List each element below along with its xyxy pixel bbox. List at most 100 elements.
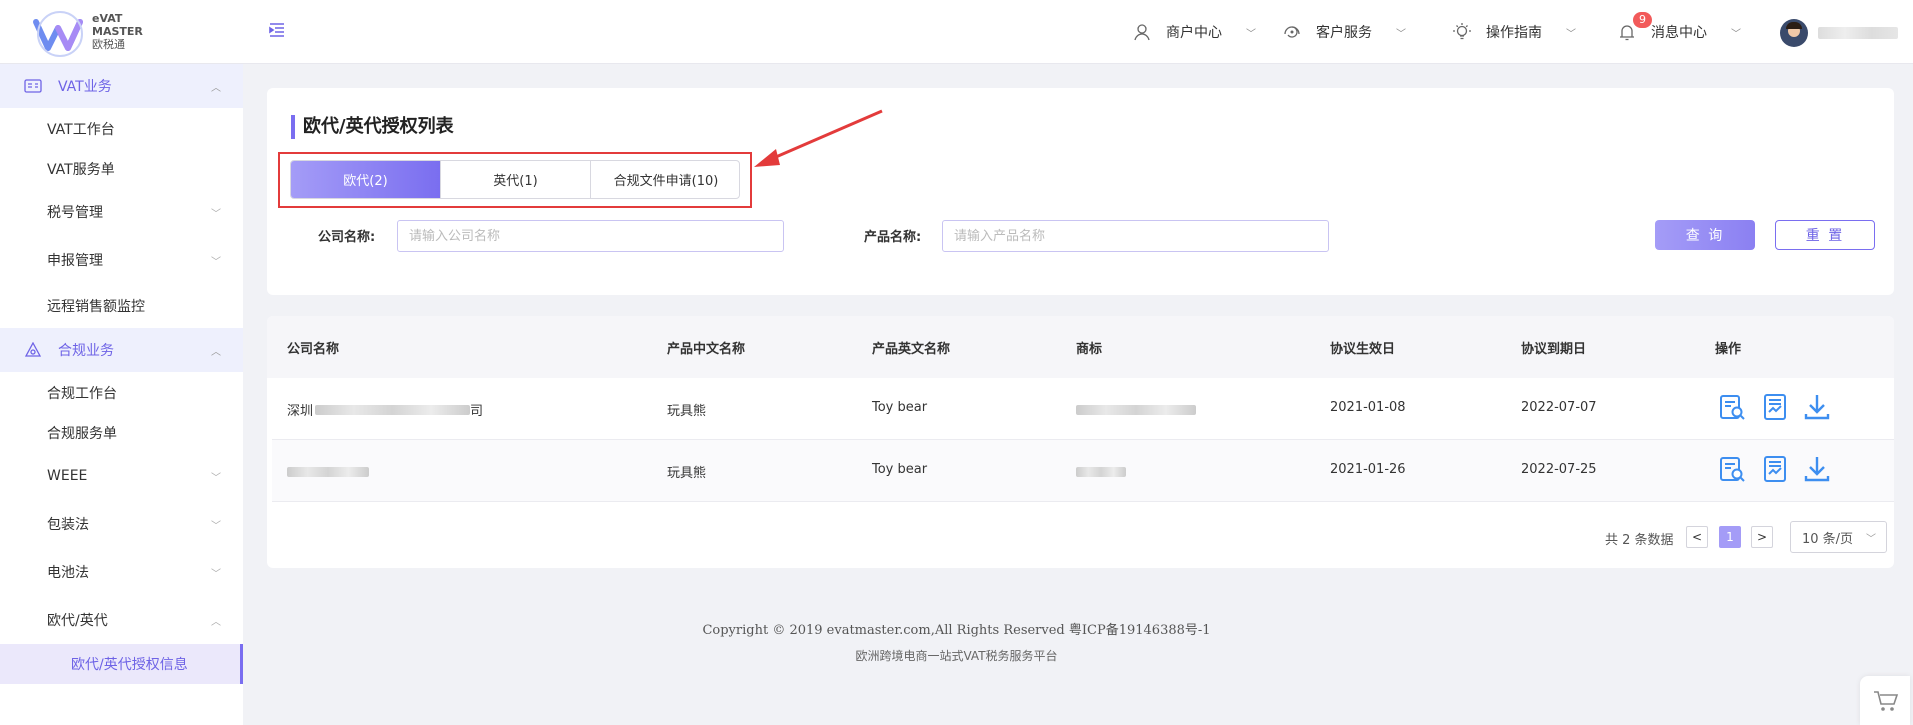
chevron-down-icon: ﹀ bbox=[1396, 28, 1406, 40]
sidebar-item-compliance-workbench[interactable]: 合规工作台 bbox=[0, 373, 243, 413]
query-button[interactable]: 查 询 bbox=[1655, 220, 1755, 250]
next-page-button[interactable]: > bbox=[1751, 526, 1773, 548]
sidebar-item-label: 合规工作台 bbox=[47, 386, 117, 402]
company-name-redacted bbox=[315, 405, 470, 415]
page-size-label: 10 条/页 bbox=[1802, 531, 1854, 547]
column-header: 商标 bbox=[1076, 342, 1103, 357]
chevron-down-icon: ﹀ bbox=[1866, 533, 1876, 545]
customer-service-menu[interactable]: 客户服务 ﹀ bbox=[1282, 18, 1406, 46]
document-icon[interactable] bbox=[1760, 454, 1790, 484]
top-bar: eVAT MASTER 欧税通 商户中心 ﹀ 客户服务 ﹀ 操作指南 ﹀ 消息中… bbox=[0, 0, 1913, 64]
reset-button[interactable]: 重 置 bbox=[1775, 220, 1875, 250]
trademark-redacted bbox=[1076, 405, 1196, 415]
operation-guide-menu[interactable]: 操作指南 ﹀ bbox=[1452, 18, 1576, 46]
sidebar-group-compliance[interactable]: 合规业务 ︿ bbox=[0, 328, 243, 372]
table-header: 公司名称 产品中文名称 产品英文名称 商标 协议生效日 协议到期日 操作 bbox=[267, 316, 1894, 378]
company-filter-label: 公司名称: bbox=[318, 230, 376, 245]
chevron-down-icon: ﹀ bbox=[1246, 28, 1256, 40]
company-name-prefix: 深圳 bbox=[287, 404, 314, 419]
sidebar-item-label: 申报管理 bbox=[47, 253, 103, 269]
sidebar-item-compliance-orders[interactable]: 合规服务单 bbox=[0, 413, 243, 453]
sidebar-item-label: WEEE bbox=[47, 468, 88, 484]
sidebar-item-vat-workbench[interactable]: VAT工作台 bbox=[0, 109, 243, 149]
lightbulb-icon bbox=[1453, 23, 1471, 40]
annotation-arrow bbox=[754, 109, 883, 167]
company-name-suffix: 司 bbox=[470, 404, 484, 419]
user-icon bbox=[1134, 24, 1150, 41]
footer-copyright: Copyright © 2019 evatmaster.com,All Righ… bbox=[702, 623, 1211, 638]
sidebar-item-label: VAT工作台 bbox=[47, 122, 115, 138]
message-count-badge: 9 bbox=[1633, 12, 1652, 28]
compliance-icon bbox=[24, 342, 42, 357]
brand-text: eVAT MASTER 欧税通 bbox=[92, 12, 143, 51]
brand-line1: eVAT bbox=[92, 12, 123, 25]
user-avatar[interactable] bbox=[1780, 19, 1808, 47]
column-header: 协议生效日 bbox=[1330, 342, 1396, 357]
product-cn-cell: 玩具熊 bbox=[667, 404, 707, 419]
sidebar-item-label: 远程销售额监控 bbox=[47, 299, 145, 315]
table-row: 玩具熊 Toy bear 2021-01-26 2022-07-25 bbox=[272, 440, 1894, 502]
sidebar-group-vat[interactable]: VAT业务 ︿ bbox=[0, 64, 243, 108]
start-date-cell: 2021-01-26 bbox=[1330, 462, 1406, 477]
sidebar-item-battery[interactable]: 电池法 ﹀ bbox=[0, 552, 243, 592]
chevron-down-icon: ﹀ bbox=[1566, 28, 1576, 40]
download-icon[interactable] bbox=[1802, 392, 1832, 422]
view-icon[interactable] bbox=[1717, 454, 1747, 484]
view-icon[interactable] bbox=[1717, 392, 1747, 422]
sidebar-item-label: 电池法 bbox=[47, 565, 89, 581]
cart-widget[interactable] bbox=[1860, 676, 1910, 725]
sidebar-item-tax-number[interactable]: 税号管理 ﹀ bbox=[0, 192, 243, 232]
user-name-redacted[interactable] bbox=[1818, 27, 1898, 39]
id-card-icon bbox=[24, 79, 42, 93]
column-header: 产品英文名称 bbox=[872, 342, 951, 357]
customer-service-label: 客户服务 bbox=[1316, 25, 1372, 41]
end-date-cell: 2022-07-07 bbox=[1521, 400, 1597, 415]
company-name-redacted bbox=[287, 467, 369, 477]
sidebar-item-remote-sales[interactable]: 远程销售额监控 bbox=[0, 286, 243, 326]
product-en-cell: Toy bear bbox=[872, 462, 928, 477]
product-en-cell: Toy bear bbox=[872, 400, 928, 415]
cart-icon bbox=[1874, 691, 1899, 711]
page-number-button[interactable]: 1 bbox=[1719, 526, 1741, 548]
table-row: 深圳 司 玩具熊 Toy bear 2021-01-08 2022-07-07 bbox=[272, 378, 1894, 440]
trademark-redacted bbox=[1076, 467, 1126, 477]
operation-guide-label: 操作指南 bbox=[1486, 25, 1542, 41]
headset-icon bbox=[1284, 26, 1300, 38]
chevron-down-icon: ﹀ bbox=[211, 256, 221, 268]
column-header: 公司名称 bbox=[287, 342, 340, 357]
merchant-center-menu[interactable]: 商户中心 ﹀ bbox=[1132, 18, 1256, 46]
chevron-down-icon: ﹀ bbox=[211, 568, 221, 580]
chevron-up-icon: ︿ bbox=[211, 82, 221, 94]
sidebar-item-weee[interactable]: WEEE ﹀ bbox=[0, 456, 243, 496]
sidebar-group-compliance-label: 合规业务 bbox=[58, 343, 114, 359]
menu-collapse-icon[interactable] bbox=[267, 20, 287, 40]
brand-line2: MASTER bbox=[92, 25, 143, 38]
total-count: 共 2 条数据 bbox=[1605, 532, 1674, 548]
document-icon[interactable] bbox=[1760, 392, 1790, 422]
prev-page-button[interactable]: < bbox=[1686, 526, 1708, 548]
company-search-input[interactable] bbox=[397, 220, 784, 252]
brand-line3: 欧税通 bbox=[92, 38, 125, 51]
page-size-select[interactable]: 10 条/页 ﹀ bbox=[1790, 521, 1887, 553]
start-date-cell: 2021-01-08 bbox=[1330, 400, 1406, 415]
sidebar-item-label: 包装法 bbox=[47, 517, 89, 533]
end-date-cell: 2022-07-25 bbox=[1521, 462, 1597, 477]
sidebar-item-label: 税号管理 bbox=[47, 205, 103, 221]
sidebar-item-packaging[interactable]: 包装法 ﹀ bbox=[0, 504, 243, 544]
sidebar-item-vat-orders[interactable]: VAT服务单 bbox=[0, 149, 243, 189]
sidebar-item-label: VAT服务单 bbox=[47, 162, 115, 178]
product-search-input[interactable] bbox=[942, 220, 1329, 252]
chevron-up-icon: ︿ bbox=[211, 346, 221, 358]
chevron-down-icon: ﹀ bbox=[211, 520, 221, 532]
download-icon[interactable] bbox=[1802, 454, 1832, 484]
chevron-down-icon: ﹀ bbox=[1731, 28, 1741, 40]
highlight-box bbox=[278, 152, 752, 208]
chevron-down-icon: ﹀ bbox=[211, 472, 221, 484]
column-header: 操作 bbox=[1715, 342, 1742, 357]
product-cn-cell: 玩具熊 bbox=[667, 466, 707, 481]
merchant-center-label: 商户中心 bbox=[1166, 25, 1222, 41]
chevron-down-icon: ﹀ bbox=[211, 208, 221, 220]
sidebar-group-vat-label: VAT业务 bbox=[58, 79, 112, 95]
column-header: 协议到期日 bbox=[1521, 342, 1587, 357]
sidebar-item-declaration[interactable]: 申报管理 ﹀ bbox=[0, 240, 243, 280]
